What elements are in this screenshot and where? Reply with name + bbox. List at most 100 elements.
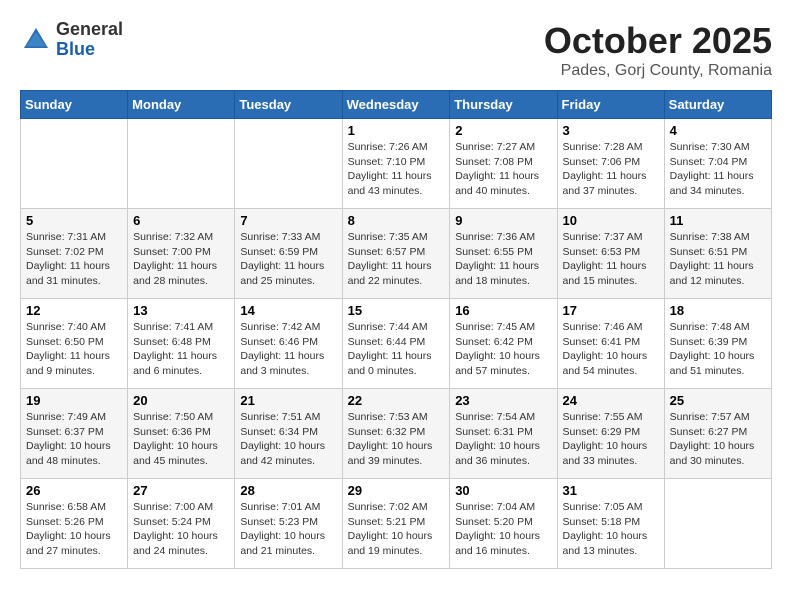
day-number: 2: [455, 123, 551, 138]
day-cell: 23Sunrise: 7:54 AM Sunset: 6:31 PM Dayli…: [450, 389, 557, 479]
day-number: 12: [26, 303, 122, 318]
day-cell: 25 Sunrise: 7:57 AM Sunset: 6:27 PM Dayli…: [664, 389, 771, 479]
weekday-header-monday: Monday: [128, 91, 235, 119]
day-cell: 17Sunrise: 7:46 AM Sunset: 6:41 PM Dayli…: [557, 299, 664, 389]
day-cell: 15 Sunrise: 7:44 AM Sunset: 6:44 PM Dayli…: [342, 299, 450, 389]
day-cell: 1Sunrise: 7:26 AM Sunset: 7:10 PM Daylig…: [342, 119, 450, 209]
day-number: 20: [133, 393, 229, 408]
day-cell: 30 Sunrise: 7:04 AM Sunset: 5:20 PM Dayli…: [450, 479, 557, 569]
day-cell: 3 Sunrise: 7:28 AM Sunset: 7:06 PM Daylig…: [557, 119, 664, 209]
day-cell: 28 Sunrise: 7:01 AM Sunset: 5:23 PM Dayli…: [235, 479, 342, 569]
day-cell: 26Sunrise: 6:58 AM Sunset: 5:26 PM Dayli…: [21, 479, 128, 569]
day-number: 16: [455, 303, 551, 318]
day-cell: 5 Sunrise: 7:31 AM Sunset: 7:02 PM Daylig…: [21, 209, 128, 299]
day-info: Sunrise: 7:35 AM Sunset: 6:57 PM Dayligh…: [348, 230, 445, 289]
day-number: 11: [670, 213, 766, 228]
day-number: 30: [455, 483, 551, 498]
day-info: Sunrise: 7:00 AM Sunset: 5:24 PM Dayligh…: [133, 500, 229, 559]
day-number: 23: [455, 393, 551, 408]
day-number: 9: [455, 213, 551, 228]
day-info: Sunrise: 7:44 AM Sunset: 6:44 PM Dayligh…: [348, 320, 445, 379]
day-cell: [235, 119, 342, 209]
day-info: Sunrise: 7:45 AM Sunset: 6:42 PM Dayligh…: [455, 320, 551, 379]
day-cell: 21 Sunrise: 7:51 AM Sunset: 6:34 PM Dayli…: [235, 389, 342, 479]
day-info: Sunrise: 7:50 AM Sunset: 6:36 PM Dayligh…: [133, 410, 229, 469]
day-cell: 9 Sunrise: 7:36 AM Sunset: 6:55 PM Daylig…: [450, 209, 557, 299]
logo: General Blue: [20, 20, 123, 60]
day-cell: 10 Sunrise: 7:37 AM Sunset: 6:53 PM Dayli…: [557, 209, 664, 299]
day-cell: 13Sunrise: 7:41 AM Sunset: 6:48 PM Dayli…: [128, 299, 235, 389]
day-cell: 16 Sunrise: 7:45 AM Sunset: 6:42 PM Dayli…: [450, 299, 557, 389]
day-info: Sunrise: 7:37 AM Sunset: 6:53 PM Dayligh…: [563, 230, 659, 289]
day-info: Sunrise: 7:28 AM Sunset: 7:06 PM Dayligh…: [563, 140, 659, 199]
day-cell: 11 Sunrise: 7:38 AM Sunset: 6:51 PM Dayli…: [664, 209, 771, 299]
day-info: Sunrise: 7:57 AM Sunset: 6:27 PM Dayligh…: [670, 410, 766, 469]
day-info: Sunrise: 7:05 AM Sunset: 5:18 PM Dayligh…: [563, 500, 659, 559]
day-cell: 12 Sunrise: 7:40 AM Sunset: 6:50 PM Dayli…: [21, 299, 128, 389]
day-cell: 22Sunrise: 7:53 AM Sunset: 6:32 PM Dayli…: [342, 389, 450, 479]
calendar-table: SundayMondayTuesdayWednesdayThursdayFrid…: [20, 90, 772, 569]
day-cell: 14Sunrise: 7:42 AM Sunset: 6:46 PM Dayli…: [235, 299, 342, 389]
day-info: Sunrise: 7:42 AM Sunset: 6:46 PM Dayligh…: [240, 320, 336, 379]
day-cell: 4 Sunrise: 7:30 AM Sunset: 7:04 PM Daylig…: [664, 119, 771, 209]
day-number: 10: [563, 213, 659, 228]
day-cell: 7Sunrise: 7:33 AM Sunset: 6:59 PM Daylig…: [235, 209, 342, 299]
weekday-header-sunday: Sunday: [21, 91, 128, 119]
day-number: 8: [348, 213, 445, 228]
day-info: Sunrise: 7:01 AM Sunset: 5:23 PM Dayligh…: [240, 500, 336, 559]
day-cell: [664, 479, 771, 569]
day-number: 19: [26, 393, 122, 408]
weekday-header-friday: Friday: [557, 91, 664, 119]
day-info: Sunrise: 7:31 AM Sunset: 7:02 PM Dayligh…: [26, 230, 122, 289]
weekday-header-tuesday: Tuesday: [235, 91, 342, 119]
week-row-3: 12 Sunrise: 7:40 AM Sunset: 6:50 PM Dayli…: [21, 299, 772, 389]
day-info: Sunrise: 7:30 AM Sunset: 7:04 PM Dayligh…: [670, 140, 766, 199]
day-number: 6: [133, 213, 229, 228]
weekday-header-thursday: Thursday: [450, 91, 557, 119]
day-number: 1: [348, 123, 445, 138]
logo-icon: [20, 24, 52, 56]
day-number: 13: [133, 303, 229, 318]
day-cell: 24 Sunrise: 7:55 AM Sunset: 6:29 PM Dayli…: [557, 389, 664, 479]
day-number: 3: [563, 123, 659, 138]
day-cell: 2 Sunrise: 7:27 AM Sunset: 7:08 PM Daylig…: [450, 119, 557, 209]
week-row-2: 5 Sunrise: 7:31 AM Sunset: 7:02 PM Daylig…: [21, 209, 772, 299]
week-row-5: 26Sunrise: 6:58 AM Sunset: 5:26 PM Dayli…: [21, 479, 772, 569]
title-block: October 2025 Pades, Gorj County, Romania: [544, 20, 772, 80]
day-cell: 31 Sunrise: 7:05 AM Sunset: 5:18 PM Dayli…: [557, 479, 664, 569]
day-number: 15: [348, 303, 445, 318]
day-cell: [21, 119, 128, 209]
day-info: Sunrise: 7:04 AM Sunset: 5:20 PM Dayligh…: [455, 500, 551, 559]
month-title: October 2025: [544, 20, 772, 62]
day-number: 22: [348, 393, 445, 408]
day-cell: 8 Sunrise: 7:35 AM Sunset: 6:57 PM Daylig…: [342, 209, 450, 299]
day-number: 18: [670, 303, 766, 318]
day-number: 25: [670, 393, 766, 408]
day-info: Sunrise: 7:46 AM Sunset: 6:41 PM Dayligh…: [563, 320, 659, 379]
day-number: 28: [240, 483, 336, 498]
day-info: Sunrise: 7:55 AM Sunset: 6:29 PM Dayligh…: [563, 410, 659, 469]
day-cell: [128, 119, 235, 209]
day-number: 21: [240, 393, 336, 408]
day-info: Sunrise: 7:27 AM Sunset: 7:08 PM Dayligh…: [455, 140, 551, 199]
day-cell: 6Sunrise: 7:32 AM Sunset: 7:00 PM Daylig…: [128, 209, 235, 299]
day-info: Sunrise: 7:49 AM Sunset: 6:37 PM Dayligh…: [26, 410, 122, 469]
weekday-header-wednesday: Wednesday: [342, 91, 450, 119]
page-header: General Blue October 2025 Pades, Gorj Co…: [20, 20, 772, 80]
location: Pades, Gorj County, Romania: [544, 62, 772, 80]
day-info: Sunrise: 7:02 AM Sunset: 5:21 PM Dayligh…: [348, 500, 445, 559]
day-info: Sunrise: 7:38 AM Sunset: 6:51 PM Dayligh…: [670, 230, 766, 289]
day-number: 24: [563, 393, 659, 408]
week-row-1: 1Sunrise: 7:26 AM Sunset: 7:10 PM Daylig…: [21, 119, 772, 209]
day-info: Sunrise: 7:36 AM Sunset: 6:55 PM Dayligh…: [455, 230, 551, 289]
day-number: 4: [670, 123, 766, 138]
day-info: Sunrise: 7:40 AM Sunset: 6:50 PM Dayligh…: [26, 320, 122, 379]
day-cell: 19 Sunrise: 7:49 AM Sunset: 6:37 PM Dayli…: [21, 389, 128, 479]
day-number: 5: [26, 213, 122, 228]
day-number: 31: [563, 483, 659, 498]
day-cell: 18 Sunrise: 7:48 AM Sunset: 6:39 PM Dayli…: [664, 299, 771, 389]
day-info: Sunrise: 7:48 AM Sunset: 6:39 PM Dayligh…: [670, 320, 766, 379]
day-info: Sunrise: 7:33 AM Sunset: 6:59 PM Dayligh…: [240, 230, 336, 289]
day-info: Sunrise: 7:51 AM Sunset: 6:34 PM Dayligh…: [240, 410, 336, 469]
day-cell: 27Sunrise: 7:00 AM Sunset: 5:24 PM Dayli…: [128, 479, 235, 569]
